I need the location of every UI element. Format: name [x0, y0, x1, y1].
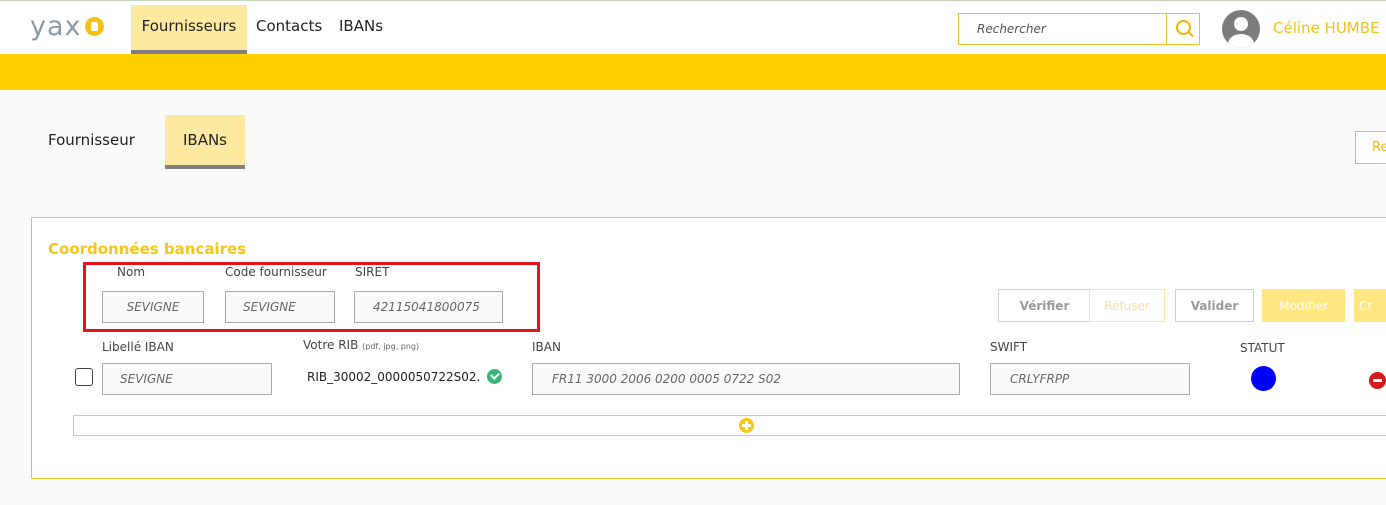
verifier-button[interactable]: Vérifier [998, 289, 1091, 322]
nav-tab-fournisseurs[interactable]: Fournisseurs [131, 5, 247, 54]
user-name[interactable]: Céline HUMBE [1273, 19, 1380, 37]
header-yellow-band [0, 54, 1386, 90]
refuser-button[interactable]: Réfuser [1089, 289, 1165, 322]
panel-title: Coordonnées bancaires [48, 240, 247, 258]
subtab-fournisseur[interactable]: Fournisseur [48, 115, 148, 169]
search-icon[interactable] [1166, 14, 1199, 44]
logo-text: yax [30, 10, 82, 42]
subtab-ibans[interactable]: IBANs [165, 115, 245, 169]
top-right-button[interactable]: Re [1355, 131, 1386, 164]
rib-format-hint: (pdf, jpg, png) [362, 342, 420, 351]
rib-file-link[interactable]: RIB_30002_0000050722S02.pdf [307, 370, 480, 384]
nom-field[interactable]: SEVIGNE [102, 291, 204, 323]
swift-header: SWIFT [990, 340, 1028, 354]
nom-label: Nom [117, 265, 146, 279]
code-fournisseur-label: Code fournisseur [225, 265, 327, 279]
statut-header: STATUT [1240, 341, 1285, 355]
logo-coin-icon [84, 16, 104, 36]
libelle-iban-header: Libellé IBAN [102, 340, 174, 354]
siret-label: SIRET [355, 265, 390, 279]
yaxo-logo[interactable]: yax [30, 9, 104, 43]
modifier-button[interactable]: Modifier [1262, 289, 1345, 322]
iban-field[interactable]: FR11 3000 2006 0200 0005 0722 S02 [532, 363, 960, 395]
votre-rib-label: Votre RIB [303, 338, 359, 352]
user-avatar-icon[interactable] [1222, 10, 1260, 48]
nav-tab-ibans[interactable]: IBANs [339, 5, 389, 54]
nav-tab-contacts[interactable]: Contacts [256, 5, 326, 54]
search-box [958, 13, 1200, 45]
libelle-iban-field[interactable]: SEVIGNE [102, 363, 272, 395]
votre-rib-header: Votre RIB (pdf, jpg, png) [303, 338, 419, 352]
valider-button[interactable]: Valider [1175, 289, 1254, 322]
check-circle-icon [487, 369, 502, 384]
remove-row-icon[interactable] [1369, 372, 1386, 389]
iban-header: IBAN [532, 340, 561, 354]
swift-field[interactable]: CRLYFRPP [990, 363, 1190, 395]
siret-field[interactable]: 42115041800075 [354, 291, 503, 323]
add-row-bar[interactable] [73, 415, 1386, 436]
creer-button[interactable]: Cr [1354, 289, 1386, 322]
status-indicator [1251, 366, 1276, 391]
search-input[interactable] [959, 14, 1167, 44]
top-navbar: yax Fournisseurs Contacts IBANs Céline H… [0, 0, 1386, 54]
row-select-checkbox[interactable] [75, 368, 93, 386]
code-fournisseur-field[interactable]: SEVIGNE [225, 291, 335, 323]
add-plus-icon[interactable] [739, 418, 754, 433]
